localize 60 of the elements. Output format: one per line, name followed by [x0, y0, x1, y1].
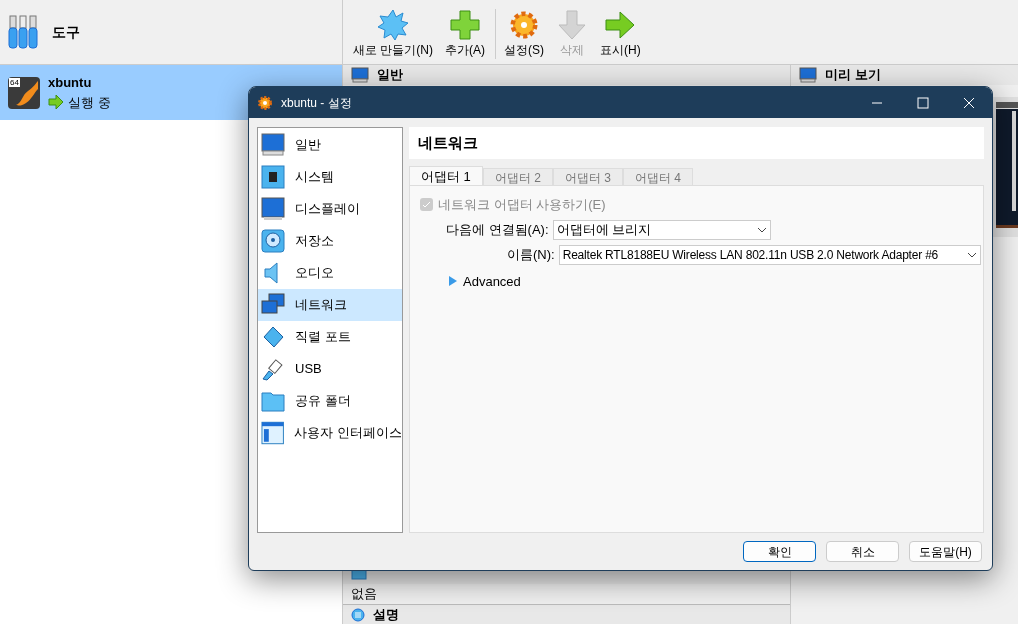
- monitor-icon: [261, 197, 285, 221]
- network-icon: [261, 293, 285, 317]
- shared-folders-value: 없음: [351, 585, 377, 604]
- category-item[interactable]: 공유 폴더: [258, 385, 402, 417]
- vm-os-icon: 64: [8, 76, 40, 109]
- category-item[interactable]: 사용자 인터페이스: [258, 417, 402, 449]
- monitor-icon: [261, 133, 285, 157]
- usb-plug-icon: [261, 357, 285, 381]
- toolbar-button[interactable]: 설정(S): [495, 9, 546, 59]
- folder-icon: [261, 389, 285, 413]
- category-item[interactable]: 직렬 포트: [258, 321, 402, 353]
- category-item[interactable]: 저장소: [258, 225, 402, 257]
- category-item[interactable]: 디스플레이: [258, 193, 402, 225]
- category-item[interactable]: 네트워크: [258, 289, 402, 321]
- minimize-icon: [871, 101, 883, 104]
- starburst-icon: [377, 9, 409, 41]
- right-arrow-icon: [48, 95, 64, 110]
- chip-icon: [261, 165, 285, 189]
- right-arrow-icon: [604, 9, 637, 41]
- plus-icon: [449, 9, 481, 41]
- toolbar-button[interactable]: 추가(A): [443, 9, 487, 59]
- note-icon: [351, 607, 365, 622]
- toolbar-button[interactable]: 표시(H): [598, 9, 643, 59]
- gear-icon: [508, 9, 540, 41]
- section-title: 일반: [377, 66, 403, 85]
- category-item[interactable]: 시스템: [258, 161, 402, 193]
- tab[interactable]: 어댑터 4: [622, 168, 693, 185]
- chevron-down-icon: [756, 226, 767, 233]
- adapter-name-dropdown[interactable]: Realtek RTL8188EU Wireless LAN 802.11n USB 2.0 Network Adapter #6: [558, 244, 981, 265]
- down-arrow-icon: [556, 9, 588, 41]
- attached-to-dropdown[interactable]: 어댑터에 브리지: [552, 219, 771, 240]
- category-item[interactable]: 오디오: [258, 257, 402, 289]
- close-icon: [963, 96, 975, 109]
- dialog-button[interactable]: 확인: [743, 541, 816, 562]
- field-label: 다음에 연결됨(A):: [446, 220, 549, 239]
- tools-icon: [8, 15, 40, 49]
- gear-icon: [257, 94, 273, 111]
- dialog-button[interactable]: 도움말(H): [909, 541, 982, 562]
- triangle-right-icon: [448, 276, 457, 287]
- toolbar-button[interactable]: 새로 만들기(N): [351, 9, 435, 59]
- tab[interactable]: 어댑터 1: [409, 166, 483, 185]
- chevron-down-icon: [966, 251, 977, 258]
- checkbox-label: 네트워크 어댑터 사용하기(E): [438, 196, 606, 214]
- window-icon: [261, 421, 285, 445]
- section-title: 설명: [373, 605, 399, 624]
- advanced-toggle[interactable]: Advanced: [448, 271, 521, 291]
- tab[interactable]: 어댑터 2: [482, 168, 553, 185]
- category-item[interactable]: 일반: [258, 129, 402, 161]
- vm-name: xbuntu: [48, 74, 93, 92]
- dialog-button[interactable]: 취소: [826, 541, 899, 562]
- section-title: 미리 보기: [825, 66, 881, 85]
- category-item[interactable]: USB: [258, 353, 402, 385]
- page-title: 네트워크: [418, 132, 478, 153]
- tools-label: 도구: [52, 22, 80, 42]
- vm-state: 실행 중: [68, 93, 111, 112]
- maximize-icon: [917, 96, 929, 109]
- connector-icon: [261, 325, 285, 349]
- field-label: 이름(N):: [507, 245, 555, 264]
- check-icon: [422, 200, 431, 210]
- tab[interactable]: 어댑터 3: [552, 168, 623, 185]
